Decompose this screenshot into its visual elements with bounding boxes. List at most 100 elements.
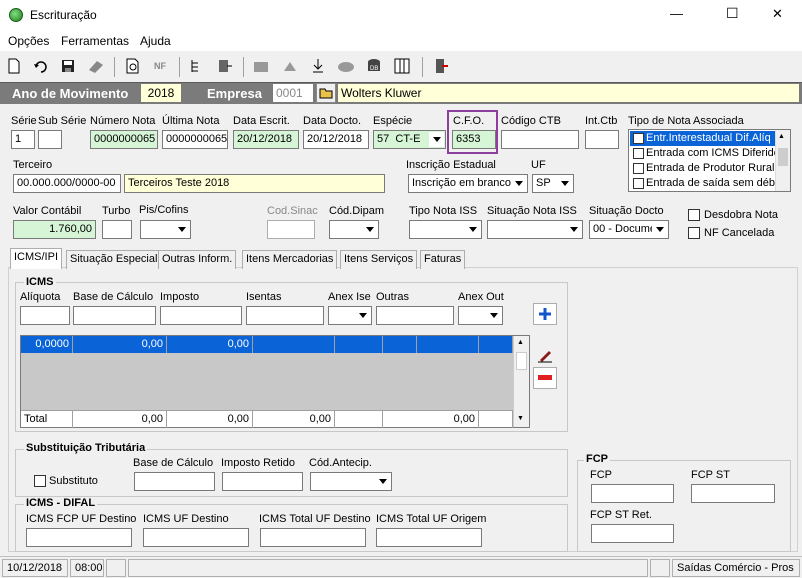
substituto-checkbox[interactable]: [34, 475, 46, 487]
tipo-nota-item-2[interactable]: Entrada de Produtor Rural: [646, 162, 774, 174]
chevron-down-icon[interactable]: [652, 222, 667, 237]
serie-field[interactable]: 1: [11, 130, 35, 149]
chevron-down-icon[interactable]: [355, 308, 370, 323]
sit-iss-select[interactable]: [487, 220, 583, 239]
chevron-down-icon[interactable]: [486, 308, 501, 323]
tab-itens-servicos[interactable]: Itens Serviços: [340, 250, 418, 269]
data-escrit-field[interactable]: 20/12/2018: [233, 130, 299, 149]
tipo-nota-item-3[interactable]: Entrada de saída sem débi: [646, 177, 777, 189]
tipo-nota-check-0[interactable]: [633, 133, 644, 144]
cfo-field[interactable]: 6353: [452, 130, 496, 149]
chevron-down-icon[interactable]: [174, 222, 189, 237]
especie-select[interactable]: 57 CT-E: [373, 130, 446, 149]
base-calculo-field[interactable]: [73, 306, 156, 325]
uf-select[interactable]: SP: [532, 174, 574, 193]
turbo-field[interactable]: [102, 220, 132, 239]
tab-faturas[interactable]: Faturas: [420, 250, 466, 269]
terceiro-nome-field[interactable]: Terceiros Teste 2018: [124, 174, 385, 193]
codigo-ctb-field[interactable]: [501, 130, 579, 149]
save-icon[interactable]: [58, 56, 78, 76]
exit-icon[interactable]: [432, 56, 452, 76]
tipo-nota-check-2[interactable]: [633, 163, 644, 174]
db-icon[interactable]: DB: [364, 56, 384, 76]
int-ctb-field[interactable]: [585, 130, 619, 149]
close-button[interactable]: ✕: [772, 6, 783, 22]
anex-ise-select[interactable]: [328, 306, 372, 325]
scroll-up-icon[interactable]: ▲: [517, 339, 524, 346]
empresa-name-field[interactable]: Wolters Kluwer: [337, 83, 800, 103]
nfe-icon[interactable]: NF: [150, 56, 170, 76]
tipo-nota-list[interactable]: Entr.Interestadual Dif.Alíq Entrada com …: [628, 129, 791, 192]
terceiro-doc-field[interactable]: 00.000.000/0000-00: [13, 174, 121, 193]
fcp-st-field[interactable]: [691, 484, 775, 503]
imposto-field[interactable]: [160, 306, 242, 325]
chevron-down-icon[interactable]: [511, 176, 526, 191]
difal-fcp-field[interactable]: [26, 528, 132, 547]
tab-icms-ipi[interactable]: ICMS/IPI: [10, 248, 63, 269]
columns-icon[interactable]: [392, 56, 412, 76]
scroll-up-icon[interactable]: ▲: [778, 133, 785, 140]
download-icon[interactable]: [308, 56, 328, 76]
new-document-icon[interactable]: [4, 56, 24, 76]
fcp-st-ret-field[interactable]: [591, 524, 674, 543]
st-imposto-field[interactable]: [222, 472, 303, 491]
menu-ferramentas[interactable]: Ferramentas: [61, 34, 129, 48]
edit-row-button[interactable]: [533, 344, 557, 366]
cod-dipam-select[interactable]: [329, 220, 379, 239]
anex-out-select[interactable]: [458, 306, 503, 325]
scroll-thumb[interactable]: [516, 352, 527, 370]
fcp-field[interactable]: [591, 484, 674, 503]
empresa-code-field[interactable]: 0001: [272, 83, 314, 103]
st-base-field[interactable]: [134, 472, 215, 491]
subserie-field[interactable]: [38, 130, 62, 149]
open-folder-button[interactable]: [316, 83, 336, 103]
minimize-button[interactable]: —: [670, 6, 683, 21]
tipo-nota-scrollbar[interactable]: ▲: [775, 130, 790, 191]
sit-docto-select[interactable]: 00 - Documen: [589, 220, 669, 239]
grid-scrollbar[interactable]: ▲ ▼: [513, 336, 529, 427]
chevron-down-icon[interactable]: [429, 132, 444, 147]
export-icon[interactable]: [215, 56, 235, 76]
chevron-down-icon[interactable]: [375, 474, 390, 489]
tipo-nota-check-1[interactable]: [633, 148, 644, 159]
undo-icon[interactable]: [31, 56, 51, 76]
tab-situacao-especial[interactable]: Situação Especial: [66, 250, 162, 269]
add-row-button[interactable]: [533, 303, 557, 325]
isentas-field[interactable]: [246, 306, 324, 325]
menu-opcoes[interactable]: Opções: [8, 34, 49, 48]
preview-icon[interactable]: [123, 56, 143, 76]
maximize-button[interactable]: ☐: [726, 5, 739, 22]
tree-icon[interactable]: [187, 56, 207, 76]
menu-ajuda[interactable]: Ajuda: [140, 34, 171, 48]
numero-field[interactable]: 0000000065: [90, 130, 158, 149]
scroll-thumb[interactable]: [778, 148, 788, 166]
desdobra-checkbox[interactable]: [688, 209, 700, 221]
ie-select[interactable]: Inscrição em branco: [408, 174, 528, 193]
chevron-down-icon[interactable]: [557, 176, 572, 191]
st-cod-select[interactable]: [310, 472, 392, 491]
difal-total-dest-field[interactable]: [260, 528, 366, 547]
delete-icon[interactable]: [86, 56, 106, 76]
tab-itens-mercadorias[interactable]: Itens Mercadorias: [242, 250, 338, 269]
tab-outras-inform[interactable]: Outras Inform.: [158, 250, 237, 269]
tipo-iss-select[interactable]: [409, 220, 482, 239]
chevron-down-icon[interactable]: [362, 222, 377, 237]
tipo-nota-item-0[interactable]: Entr.Interestadual Dif.Alíq: [646, 132, 771, 144]
chevron-down-icon[interactable]: [465, 222, 480, 237]
difal-uf-dest-field[interactable]: [143, 528, 249, 547]
data-docto-field[interactable]: 20/12/2018: [303, 130, 369, 149]
tipo-nota-check-3[interactable]: [633, 178, 644, 189]
ano-field[interactable]: 2018: [140, 83, 182, 103]
pis-select[interactable]: [140, 220, 191, 239]
icms-grid[interactable]: 0,0000 0,00 0,00 Total 0,00 0,00 0,00 0,…: [20, 335, 530, 428]
aliquota-field[interactable]: [20, 306, 70, 325]
difal-total-orig-field[interactable]: [376, 528, 482, 547]
nf-cancelada-checkbox[interactable]: [688, 227, 700, 239]
remove-row-button[interactable]: [533, 367, 557, 389]
scroll-down-icon[interactable]: ▼: [517, 415, 524, 422]
chevron-down-icon[interactable]: [566, 222, 581, 237]
outras-field[interactable]: [376, 306, 454, 325]
tipo-nota-item-1[interactable]: Entrada com ICMS Diferido: [646, 147, 780, 159]
valor-field[interactable]: 1.760,00: [13, 220, 96, 239]
table-row[interactable]: 0,0000 0,00 0,00: [21, 336, 513, 353]
